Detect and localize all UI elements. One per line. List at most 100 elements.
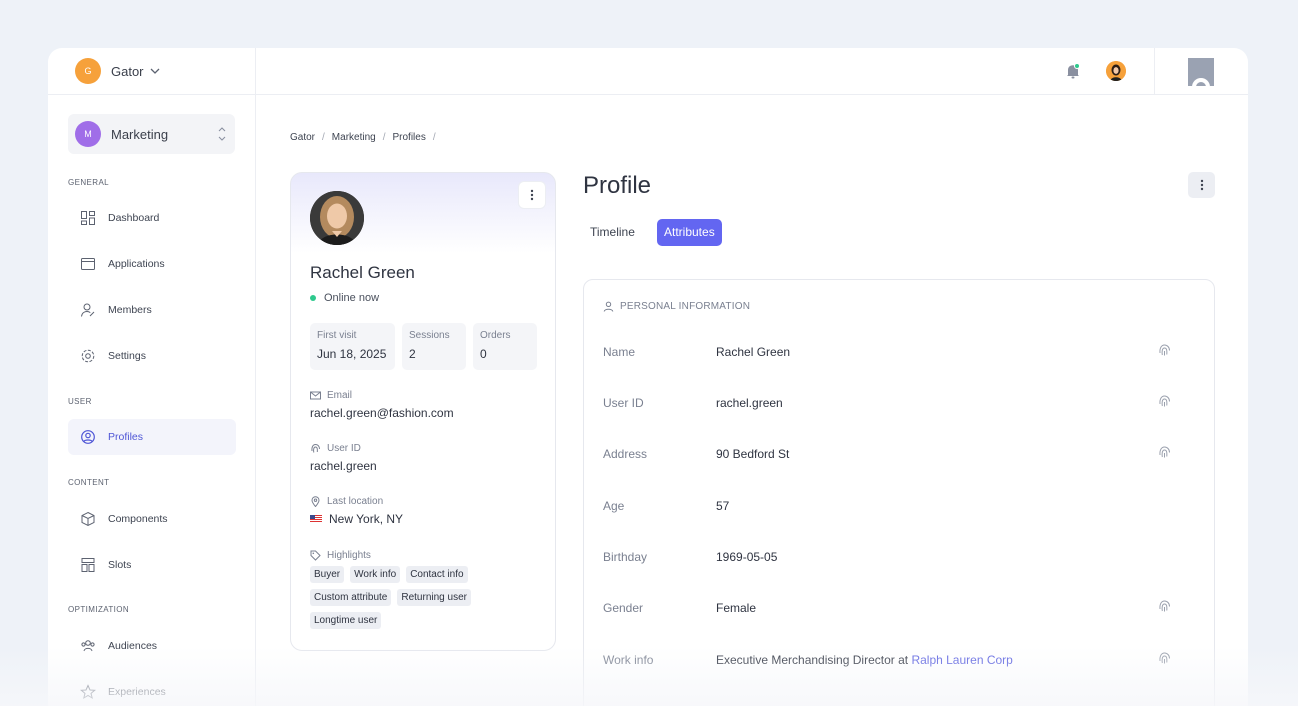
app-window: G Gator M Marketing GENERAL Dashboard Ap… [48, 48, 1248, 706]
stat-label: Orders [480, 330, 511, 341]
slots-icon [81, 558, 95, 572]
attribute-row: Age 57 [603, 499, 1183, 519]
attribute-value: 1969-05-05 [716, 550, 778, 564]
attribute-row: Work info Executive Merchandising Direct… [603, 651, 1183, 673]
highlight-tag[interactable]: Work info [350, 566, 401, 583]
sidebar-item-label: Profiles [108, 431, 144, 443]
sidebar-item-members[interactable]: Members [68, 292, 236, 328]
section-header: PERSONAL INFORMATION [603, 301, 750, 312]
stat-orders: Orders 0 [473, 323, 537, 370]
audiences-icon [81, 640, 95, 652]
notification-dot [1074, 63, 1080, 69]
sidebar-item-components[interactable]: Components [68, 501, 236, 537]
brand-logo [1188, 58, 1214, 86]
fingerprint-icon[interactable] [1158, 651, 1171, 665]
sidebar-item-label: Settings [108, 350, 146, 362]
breadcrumb-item-marketing[interactable]: Marketing [332, 132, 376, 143]
header-divider [1154, 48, 1155, 95]
page-title: Profile [583, 172, 652, 199]
attribute-label: Birthday [603, 550, 648, 564]
profile-name: Rachel Green [310, 263, 415, 282]
tab-attributes[interactable]: Attributes [657, 219, 722, 246]
highlight-tag[interactable]: Returning user [397, 589, 471, 606]
field-label: Highlights [327, 550, 371, 561]
stat-label: First visit [317, 330, 357, 341]
cube-icon [81, 511, 95, 527]
chevron-updown-icon [218, 127, 226, 141]
sidebar-item-label: Applications [108, 258, 165, 270]
dashboard-icon [81, 211, 95, 225]
section-title: PERSONAL INFORMATION [620, 301, 751, 312]
section-label-optimization: OPTIMIZATION [68, 605, 130, 614]
sidebar-item-slots[interactable]: Slots [68, 547, 236, 583]
org-avatar: G [75, 58, 101, 84]
field-label: User ID [327, 443, 361, 454]
attribute-label: Name [603, 345, 636, 359]
highlight-tag[interactable]: Buyer [310, 566, 345, 583]
page-more-button[interactable] [1188, 172, 1215, 198]
location-value: New York, NY [310, 512, 403, 526]
sidebar-item-profiles[interactable]: Profiles [68, 419, 236, 455]
profile-card: Rachel Green Online now First visit Jun … [290, 172, 556, 651]
sidebar-item-settings[interactable]: Settings [68, 338, 236, 374]
workspace-name: Marketing [111, 126, 169, 142]
fingerprint-icon[interactable] [1158, 599, 1171, 613]
section-label-general: GENERAL [68, 178, 110, 187]
attribute-row: Birthday 1969-05-05 [603, 550, 1183, 570]
stat-first-visit: First visit Jun 18, 2025 [310, 323, 395, 370]
members-icon [81, 303, 95, 317]
more-vertical-icon [1200, 179, 1203, 191]
attribute-row: Address 90 Bedford St [603, 445, 1183, 467]
highlight-tag[interactable]: Longtime user [310, 612, 382, 629]
stat-value: Jun 18, 2025 [317, 347, 387, 361]
stat-sessions: Sessions 2 [402, 323, 466, 370]
stat-value: 0 [480, 347, 487, 361]
breadcrumb-item-profiles[interactable]: Profiles [392, 132, 425, 143]
org-switcher[interactable]: G Gator [48, 48, 255, 95]
location-field: Last location New York, NY [310, 496, 403, 526]
sidebar-item-label: Members [108, 304, 152, 316]
fingerprint-icon[interactable] [1158, 394, 1171, 408]
stat-value: 2 [409, 347, 416, 361]
email-field: Email rachel.green@fashion.com [310, 390, 454, 420]
email-value[interactable]: rachel.green@fashion.com [310, 406, 454, 420]
stat-label: Sessions [409, 330, 450, 341]
attribute-row: Name Rachel Green [603, 343, 1183, 365]
sidebar-item-dashboard[interactable]: Dashboard [68, 200, 236, 236]
fingerprint-icon [311, 443, 320, 453]
sidebar-item-label: Slots [108, 559, 132, 571]
sidebar-item-experiences[interactable]: Experiences [68, 674, 236, 706]
highlight-tag[interactable]: Contact info [406, 566, 468, 583]
star-icon [80, 684, 96, 700]
person-icon [603, 301, 614, 312]
breadcrumb-item-gator[interactable]: Gator [290, 132, 315, 143]
attribute-label: User ID [603, 396, 644, 410]
workspace-avatar: M [75, 121, 101, 147]
field-label: Last location [327, 496, 384, 507]
online-dot [310, 295, 316, 301]
sidebar-item-label: Components [108, 513, 168, 525]
location-pin-icon [311, 496, 320, 507]
user-avatar[interactable] [1106, 61, 1126, 81]
location-text: New York, NY [329, 512, 404, 526]
sidebar-item-applications[interactable]: Applications [68, 246, 236, 282]
card-more-button[interactable] [519, 182, 545, 208]
attribute-label: Age [603, 499, 625, 513]
us-flag-icon [310, 515, 322, 523]
breadcrumb: Gator / Marketing / Profiles / [290, 132, 436, 143]
highlights-field: Highlights Buyer Work info Contact info … [310, 550, 540, 629]
highlight-tags: Buyer Work info Contact info Custom attr… [310, 566, 540, 629]
company-link[interactable]: Ralph Lauren Corp [911, 653, 1012, 667]
attributes-panel: PERSONAL INFORMATION Name Rachel Green U… [583, 279, 1215, 706]
fingerprint-icon[interactable] [1158, 445, 1171, 459]
attribute-value: Executive Merchandising Director at Ralp… [716, 653, 1013, 667]
highlight-tag[interactable]: Custom attribute [310, 589, 392, 606]
field-label: Email [327, 390, 353, 401]
attribute-label: Address [603, 447, 648, 461]
workspace-switcher[interactable]: M Marketing [68, 114, 235, 154]
tab-timeline[interactable]: Timeline [583, 219, 642, 246]
sidebar-item-audiences[interactable]: Audiences [68, 628, 236, 664]
sidebar-item-label: Experiences [108, 686, 166, 698]
fingerprint-icon[interactable] [1158, 343, 1171, 357]
attribute-row: Gender Female [603, 599, 1183, 621]
